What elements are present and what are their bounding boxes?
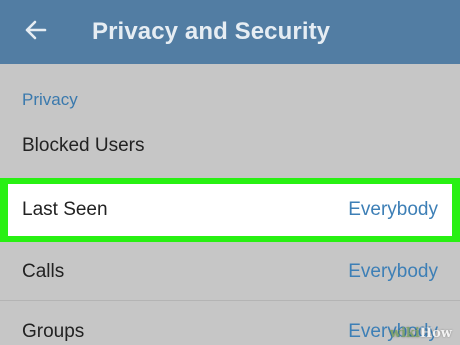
groups-label: Groups	[22, 321, 85, 342]
calls-value: Everybody	[348, 261, 438, 282]
last-seen-value: Everybody	[348, 199, 438, 220]
arrow-left-icon	[25, 20, 47, 45]
section-title-privacy: Privacy	[22, 90, 78, 109]
app-header: Privacy and Security	[0, 0, 460, 64]
blocked-users-row[interactable]: Blocked Users	[0, 120, 460, 172]
blocked-users-label: Blocked Users	[22, 135, 145, 156]
calls-row[interactable]: Calls Everybody	[0, 246, 460, 298]
last-seen-label: Last Seen	[22, 199, 108, 220]
calls-label: Calls	[22, 261, 65, 282]
last-seen-row[interactable]: Last Seen Everybody	[8, 184, 452, 236]
row-divider	[0, 300, 460, 301]
page-title: Privacy and Security	[92, 18, 331, 45]
back-button[interactable]	[0, 0, 72, 64]
wikihow-watermark: wikiHow	[389, 326, 452, 341]
